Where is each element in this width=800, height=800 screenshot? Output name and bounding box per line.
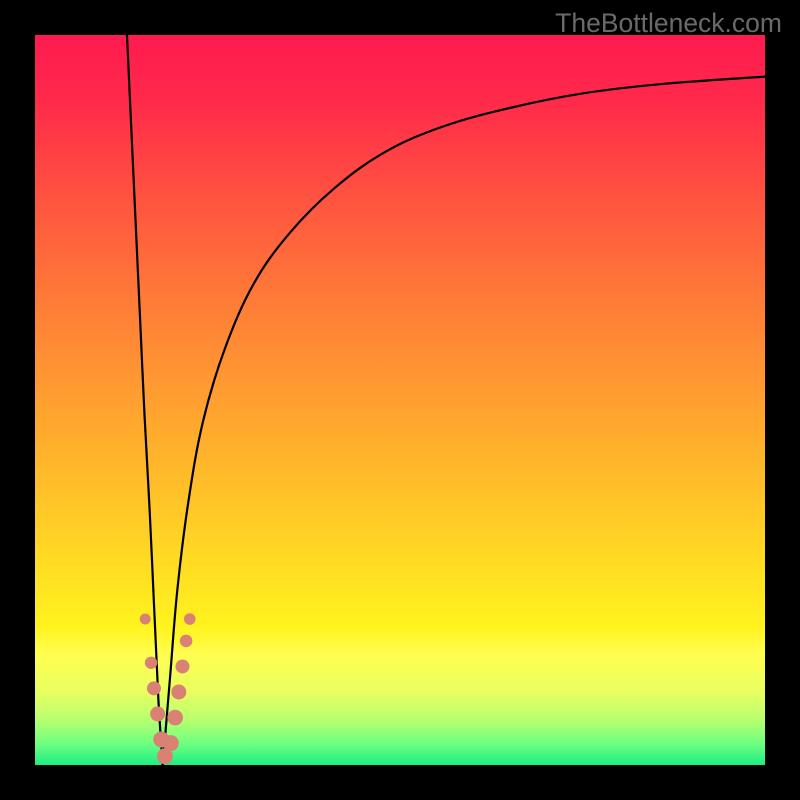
bottleneck-marker [184, 613, 196, 625]
bottleneck-marker [175, 659, 189, 673]
plot-frame [35, 35, 765, 765]
bottleneck-marker [145, 657, 157, 669]
plot-svg [35, 35, 765, 765]
bottleneck-marker [180, 635, 193, 648]
bottleneck-marker [147, 681, 161, 695]
bottleneck-marker [150, 706, 165, 721]
bottleneck-marker [171, 685, 186, 700]
bottleneck-marker [140, 614, 151, 625]
bottleneck-marker [163, 735, 179, 751]
watermark-text: TheBottleneck.com [555, 8, 782, 39]
bottleneck-marker [167, 710, 183, 726]
